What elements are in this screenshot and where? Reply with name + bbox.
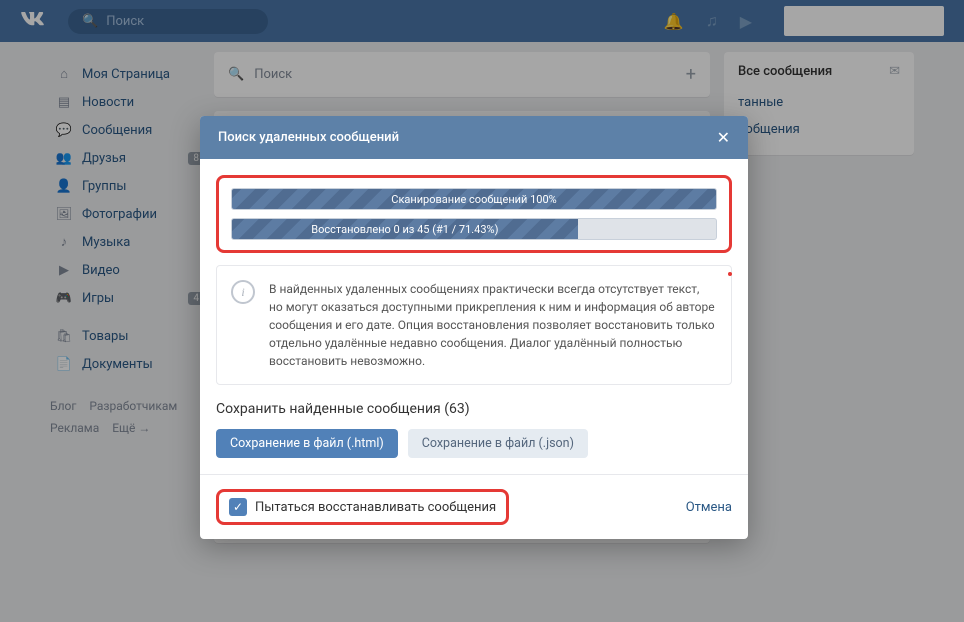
scan-progress-label: Сканирование сообщений 100% — [391, 193, 556, 206]
info-icon: i — [231, 280, 255, 304]
progress-highlight: Сканирование сообщений 100% Восстановлен… — [216, 175, 732, 253]
deleted-messages-modal: Поиск удаленных сообщений ✕ Сканирование… — [200, 116, 748, 539]
restore-progress-label: Восстановлено 0 из 45 (#1 / 71.43%) — [311, 223, 498, 236]
save-html-button[interactable]: Сохранение в файл (.html) — [216, 429, 398, 458]
checkbox-checked-icon: ✓ — [229, 498, 247, 516]
modal-footer: ✓ Пытаться восстанавливать сообщения Отм… — [200, 474, 748, 539]
save-json-button[interactable]: Сохранение в файл (.json) — [408, 429, 588, 458]
restore-checkbox-wrap[interactable]: ✓ Пытаться восстанавливать сообщения — [216, 489, 509, 525]
info-text: В найденных удаленных сообщениях практич… — [269, 282, 715, 368]
save-title: Сохранить найденные сообщения (63) — [216, 401, 732, 417]
save-buttons: Сохранение в файл (.html) Сохранение в ф… — [216, 429, 732, 458]
scan-progress: Сканирование сообщений 100% — [231, 188, 717, 210]
modal-header: Поиск удаленных сообщений ✕ — [200, 116, 748, 159]
cancel-button[interactable]: Отмена — [686, 500, 732, 515]
red-dot-marker — [728, 272, 732, 276]
modal-title: Поиск удаленных сообщений — [218, 130, 399, 145]
restore-progress: Восстановлено 0 из 45 (#1 / 71.43%) — [231, 218, 717, 240]
checkbox-label: Пытаться восстанавливать сообщения — [255, 500, 496, 515]
close-icon[interactable]: ✕ — [717, 128, 730, 147]
info-box: i В найденных удаленных сообщениях практ… — [216, 265, 732, 385]
